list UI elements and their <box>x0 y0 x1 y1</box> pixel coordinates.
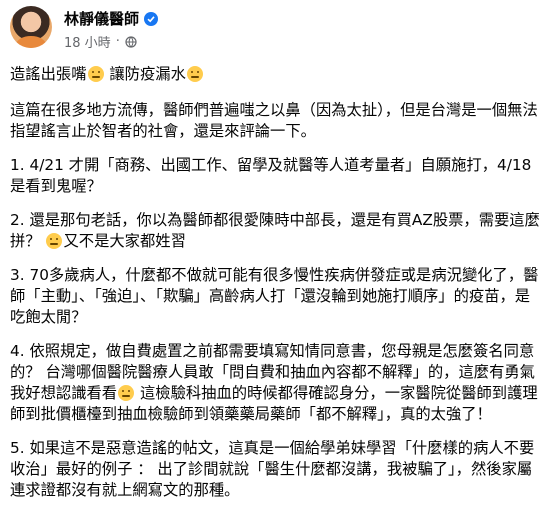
post-timestamp[interactable]: 18 小時 <box>64 32 111 51</box>
point-3: 3. 70多歲病人，什麼都不做就可能有很多慢性疾病併發症或是病況變化了，醫師「主… <box>10 266 539 326</box>
point-2: 2. 還是那句老話，你以為醫師都很愛陳時中部長，還是有買AZ股票，需要這麼拼？ … <box>10 210 542 252</box>
grimace-emoji-icon <box>87 66 104 82</box>
post-body: 造謠出張嘴 讓防疫漏水 這篇在很多地方流傳，醫師們普遍嗤之以鼻（因為太扯），但是… <box>10 64 542 514</box>
point-1: 1. 4/21 才開「商務、出國工作、留學及就醫等人道考量者」自願施打，4/18… <box>10 156 532 195</box>
author-avatar[interactable] <box>10 6 52 48</box>
point-2-tail: 又不是大家都姓習 <box>63 232 186 250</box>
point-4: 4. 依照規定，做自費處置之前都需要填寫知情同意書，您母親是怎麼簽名同意的？ 台… <box>10 341 542 425</box>
author-name-row: 林靜儀醫師 <box>64 8 159 29</box>
grimace-emoji-icon <box>46 233 63 249</box>
post-meta: 18 小時 · <box>64 32 137 51</box>
sad-emoji-icon <box>186 66 203 82</box>
thinking-emoji-icon <box>118 385 135 401</box>
intro-paragraph: 這篇在很多地方流傳，醫師們普遍嗤之以鼻（因為太扯），但是台灣是一個無法指望謠言止… <box>10 101 538 140</box>
point-5: 5. 如果這不是惡意造謠的帖文，這真是一個給學弟妹學習「什麼樣的病人不要收治」最… <box>10 439 535 499</box>
verified-badge-icon <box>144 11 159 26</box>
headline-part-1: 造謠出張嘴 <box>10 65 87 83</box>
author-name[interactable]: 林靜儀醫師 <box>64 8 139 29</box>
post-headline: 造謠出張嘴 讓防疫漏水 <box>10 64 542 85</box>
headline-part-2: 讓防疫漏水 <box>109 65 186 83</box>
meta-separator: · <box>115 34 120 49</box>
globe-icon[interactable] <box>125 35 137 48</box>
facebook-post: 林靜儀醫師 18 小時 · 造謠出張嘴 讓防疫漏水 這篇在很多地方流傳，醫師們普… <box>0 0 550 517</box>
